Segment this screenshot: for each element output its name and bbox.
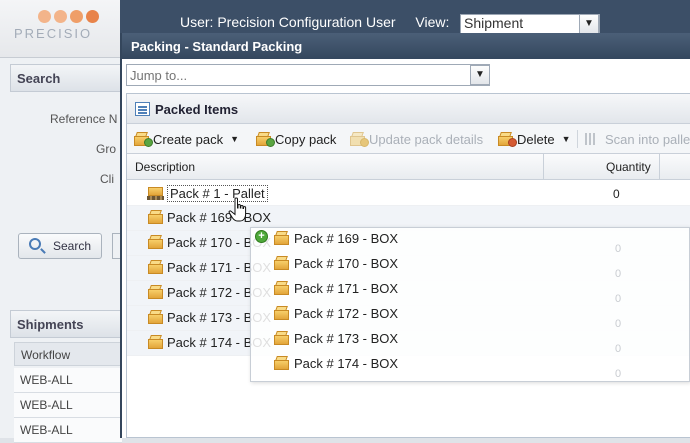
drag-row-label: Pack # 169 - BOX — [294, 231, 399, 246]
box-icon — [273, 231, 291, 246]
box-icon — [147, 235, 165, 250]
shipments-panel-title: Shipments — [10, 310, 122, 338]
group-label: Gro — [96, 142, 117, 156]
drag-row-label: Pack # 172 - BOX — [294, 306, 399, 321]
drag-qty: 0 — [615, 268, 622, 280]
drag-qty: 0 — [615, 368, 622, 380]
box-icon — [147, 310, 165, 325]
drag-preview-row: Pack # 173 - BOX — [273, 326, 398, 351]
panel-title: Packed Items — [155, 102, 239, 117]
barcode-icon — [585, 133, 599, 145]
drag-preview-row: Pack # 171 - BOX — [273, 276, 398, 301]
row-quantity: 0 — [613, 187, 620, 201]
logo-icon — [38, 10, 99, 23]
box-edit-icon — [349, 131, 369, 147]
box-icon — [147, 335, 165, 350]
drag-qty: 0 — [615, 318, 622, 330]
box-add-icon — [133, 131, 153, 147]
user-info: User: Precision Configuration User View: — [180, 14, 449, 30]
chevron-down-icon[interactable]: ▼ — [470, 65, 490, 85]
drag-row-label: Pack # 174 - BOX — [294, 356, 399, 371]
user-label: User: Precision Configuration User — [180, 14, 396, 30]
create-pack-label: Create pack — [153, 131, 224, 147]
dialog-title: Packing - Standard Packing — [122, 33, 690, 59]
client-label: Cli — [100, 172, 114, 186]
box-icon — [273, 256, 291, 271]
toolbar: Create pack ▼ Copy pack Update pack deta… — [127, 124, 690, 154]
chevron-down-icon[interactable]: ▼ — [579, 14, 599, 34]
dropdown-arrow-icon[interactable]: ▼ — [562, 134, 571, 144]
search-panel-title: Search — [10, 64, 122, 92]
drag-row-label: Pack # 173 - BOX — [294, 331, 399, 346]
box-icon — [273, 356, 291, 371]
search-button-label: Search — [53, 239, 92, 253]
drag-preview-row: Pack # 172 - BOX — [273, 301, 398, 326]
description-column-header[interactable]: Description — [135, 160, 195, 174]
workflow-row[interactable]: WEB-ALL — [14, 368, 122, 393]
hand-cursor-icon — [228, 197, 247, 222]
workflow-column-header[interactable]: Workflow — [14, 342, 122, 366]
drag-qty: 0 — [615, 343, 622, 355]
view-select[interactable]: Shipment ▼ — [460, 14, 600, 34]
extra-column-header[interactable] — [659, 154, 690, 179]
workflow-row[interactable]: WEB-ALL — [14, 393, 122, 418]
drag-preview-row: Pack # 174 - BOX — [273, 351, 398, 376]
scan-into-pallet-button[interactable]: Scan into pallet — [585, 130, 690, 148]
row-label: Pack # 1 - Pallet — [167, 185, 268, 202]
update-pack-label: Update pack details — [369, 131, 484, 147]
pallet-icon — [147, 186, 165, 201]
jump-to-input[interactable] — [126, 64, 490, 86]
list-icon — [135, 102, 150, 116]
box-copy-icon — [255, 131, 275, 147]
create-pack-button[interactable]: Create pack ▼ — [133, 130, 239, 148]
box-icon — [147, 210, 165, 225]
drag-preview: + Pack # 169 - BOX Pack # 170 - BOX Pack… — [250, 227, 690, 382]
table-row[interactable]: Pack # 1 - Pallet 0 — [127, 181, 690, 206]
drag-row-label: Pack # 171 - BOX — [294, 281, 399, 296]
workflow-row[interactable]: WEB-ALL — [14, 418, 122, 443]
panel-header: Packed Items — [127, 94, 690, 124]
drag-qty: 0 — [615, 293, 622, 305]
drop-allowed-icon: + — [255, 230, 268, 243]
dropdown-arrow-icon[interactable]: ▼ — [230, 134, 239, 144]
copy-pack-button[interactable]: Copy pack — [255, 130, 336, 148]
box-icon — [273, 281, 291, 296]
drag-preview-row: Pack # 170 - BOX — [273, 251, 398, 276]
logo-text: PRECISIO — [14, 26, 93, 41]
box-icon — [147, 260, 165, 275]
toolbar-separator — [577, 130, 578, 148]
scan-label: Scan into pallet — [605, 131, 690, 147]
grid-header: Description Quantity — [127, 154, 690, 180]
update-pack-details-button[interactable]: Update pack details — [349, 130, 483, 148]
box-delete-icon — [497, 131, 517, 147]
reference-label: Reference N — [50, 112, 118, 126]
search-button[interactable]: Search — [18, 233, 102, 259]
drag-preview-row: Pack # 169 - BOX — [273, 226, 398, 251]
row-label: Pack # 169 - BOX — [167, 210, 272, 225]
delete-label: Delete — [517, 131, 555, 147]
box-icon — [273, 306, 291, 321]
search-icon — [29, 238, 41, 250]
drag-row-label: Pack # 170 - BOX — [294, 256, 399, 271]
copy-pack-label: Copy pack — [275, 131, 337, 147]
view-label: View: — [415, 14, 450, 30]
jump-to-combobox[interactable]: ▼ — [126, 64, 606, 86]
delete-button[interactable]: Delete ▼ — [497, 130, 571, 148]
view-select-value: Shipment — [464, 15, 524, 31]
box-icon — [273, 331, 291, 346]
box-icon — [147, 285, 165, 300]
quantity-column-header[interactable]: Quantity — [543, 154, 659, 179]
drag-qty: 0 — [615, 243, 622, 255]
